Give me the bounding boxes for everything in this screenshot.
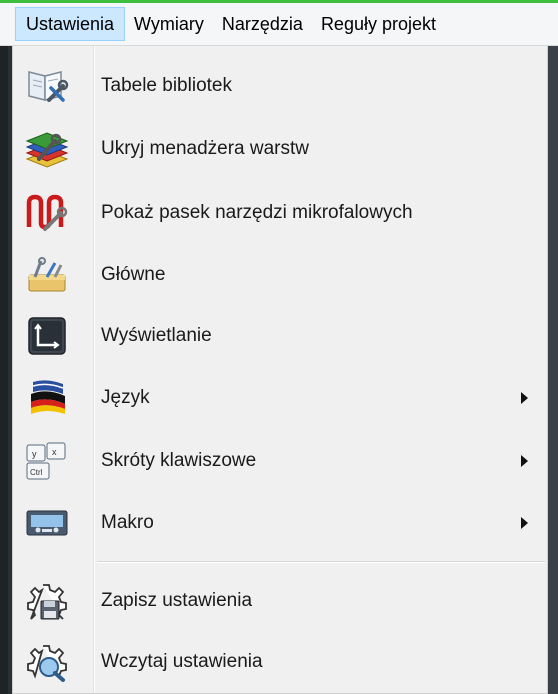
svg-text:Ctrl: Ctrl xyxy=(30,468,43,477)
menu-item-load-settings[interactable]: Wczytaj ustawienia xyxy=(13,632,547,692)
menu-item-label: Wyświetlanie xyxy=(101,325,212,346)
background-window-left xyxy=(0,46,8,694)
menu-item-label: Ukryj menadżera warstw xyxy=(101,138,309,159)
load-settings-icon xyxy=(25,642,69,682)
menu-item-label: Zapisz ustawienia xyxy=(101,590,253,611)
menu-item-label: Język xyxy=(101,387,150,408)
settings-dropdown-menu: Tabele bibliotek Ukryj menadżera warstw … xyxy=(12,46,548,694)
menu-reguly-projektu[interactable]: Reguły projekt xyxy=(312,7,445,41)
display-icon xyxy=(25,316,69,356)
svg-text:y: y xyxy=(32,449,37,459)
menu-item-label: Skróty klawiszowe xyxy=(101,450,257,471)
menu-narzedzia[interactable]: Narzędzia xyxy=(213,7,312,41)
menu-ustawienia[interactable]: Ustawienia xyxy=(15,7,126,41)
macro-cassette-icon xyxy=(25,503,69,543)
submenu-arrow-icon xyxy=(521,455,528,467)
layer-manager-icon xyxy=(25,129,69,169)
main-settings-icon xyxy=(25,255,69,295)
language-flag-icon xyxy=(25,378,69,418)
menu-bar: Ustawienia Wymiary Narzędzia Reguły proj… xyxy=(0,3,558,46)
submenu-arrow-icon xyxy=(521,517,528,529)
menu-wymiary[interactable]: Wymiary xyxy=(125,7,213,41)
microwave-toolbar-icon xyxy=(25,193,69,233)
menu-item-macro[interactable]: Makro xyxy=(13,493,547,553)
menu-item-label: Wczytaj ustawienia xyxy=(101,651,263,672)
menu-item-label: Tabele bibliotek xyxy=(101,75,232,96)
menu-item-label: Pokaż pasek narzędzi mikrofalowych xyxy=(101,202,413,223)
keyboard-shortcuts-icon: y x Ctrl xyxy=(25,441,69,481)
menu-item-label: Makro xyxy=(101,512,154,533)
menu-separator xyxy=(97,561,545,563)
menu-item-display[interactable]: Wyświetlanie xyxy=(13,306,547,366)
save-settings-icon xyxy=(25,581,69,621)
background-window-right xyxy=(548,46,558,694)
submenu-arrow-icon xyxy=(521,392,528,404)
menu-item-keyboard-shortcuts[interactable]: y x Ctrl Skróty klawiszowe xyxy=(13,431,547,491)
menu-item-main[interactable]: Główne xyxy=(13,245,547,305)
menu-item-language[interactable]: Język xyxy=(13,368,547,428)
svg-text:x: x xyxy=(52,447,57,457)
menu-item-hide-layer-manager[interactable]: Ukryj menadżera warstw xyxy=(13,119,547,179)
menu-item-microwave-toolbar[interactable]: Pokaż pasek narzędzi mikrofalowych xyxy=(13,183,547,243)
menu-item-library-tables[interactable]: Tabele bibliotek xyxy=(13,56,547,116)
menu-item-label: Główne xyxy=(101,264,166,285)
menu-item-save-settings[interactable]: Zapisz ustawienia xyxy=(13,571,547,631)
library-tables-icon xyxy=(25,66,69,106)
